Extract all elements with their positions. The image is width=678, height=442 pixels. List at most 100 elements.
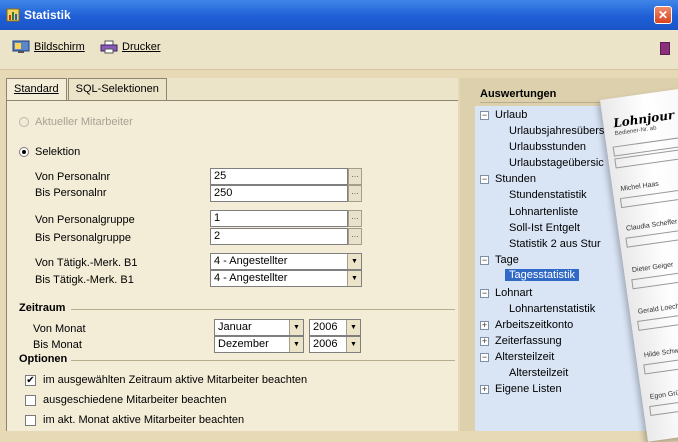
chevron-down-icon: ▼	[347, 254, 361, 269]
collapse-icon[interactable]: −	[480, 256, 489, 265]
from-month-label: Von Monat	[33, 323, 86, 335]
to-activity-select[interactable]: 4 - Angestellter ▼	[210, 270, 362, 287]
from-group-lookup-button[interactable]: ...	[348, 210, 362, 227]
tree-node-statistik-2[interactable]: Statistik 2 aus Stur	[509, 238, 601, 250]
to-activity-value: 4 - Angestellter	[214, 272, 288, 284]
chevron-down-icon: ▼	[346, 320, 360, 335]
from-month-select[interactable]: Januar ▼	[214, 319, 304, 336]
report-preview-name: Michel Haas	[620, 180, 660, 193]
to-month-select[interactable]: Dezember ▼	[214, 336, 304, 353]
radio-current-employee-label: Aktueller Mitarbeiter	[35, 116, 133, 128]
close-icon: ✕	[657, 8, 669, 22]
tree-node-urlaub[interactable]: Urlaub	[495, 109, 527, 121]
from-activity-value: 4 - Angestellter	[214, 255, 288, 267]
printer-icon	[100, 40, 118, 54]
from-group-label: Von Personalgruppe	[35, 214, 135, 226]
close-button[interactable]: ✕	[654, 6, 672, 24]
tree-node-stundenstatistik[interactable]: Stundenstatistik	[509, 189, 587, 201]
option-leavers-checkbox[interactable]	[25, 395, 36, 406]
help-book-icon[interactable]	[660, 42, 670, 55]
to-year-select[interactable]: 2006 ▼	[309, 336, 361, 353]
tree-node-tage[interactable]: Tage	[495, 254, 519, 266]
to-month-value: Dezember	[218, 338, 269, 350]
expand-icon[interactable]: +	[480, 337, 489, 346]
tree-node-altersteilzeit[interactable]: Altersteilzeit	[495, 351, 554, 363]
tree-node-urlaubstageuebersicht[interactable]: Urlaubstageübersic	[509, 157, 604, 169]
radio-current-employee[interactable]	[19, 117, 29, 127]
from-personnel-no-input[interactable]: 25	[210, 168, 348, 185]
window-title: Statistik	[24, 8, 71, 22]
selection-panel: Standard SQL-Selektionen Aktueller Mitar…	[6, 78, 458, 431]
tab-standard[interactable]: Standard	[6, 78, 67, 101]
period-divider	[71, 309, 455, 310]
from-group-input[interactable]: 1	[210, 210, 348, 227]
tree-node-lohnartenstatistik[interactable]: Lohnartenstatistik	[509, 303, 595, 315]
expand-icon[interactable]: +	[480, 385, 489, 394]
from-year-value: 2006	[313, 321, 338, 333]
option-active-month-label: im akt. Monat aktive Mitarbeiter beachte…	[43, 414, 245, 426]
tab-standard-label: Standard	[14, 83, 59, 95]
option-active-month-checkbox[interactable]	[25, 415, 36, 426]
tree-node-lohnart[interactable]: Lohnart	[495, 287, 532, 299]
to-group-label: Bis Personalgruppe	[35, 232, 132, 244]
evaluations-heading: Auswertungen	[480, 88, 557, 100]
report-preview-name: Gerald Loeches	[637, 301, 678, 316]
tree-node-eigene-listen[interactable]: Eigene Listen	[495, 383, 562, 395]
option-active-period-checkbox[interactable]: ✔	[25, 375, 36, 386]
tree-node-urlaubsstunden[interactable]: Urlaubsstunden	[509, 141, 586, 153]
radio-selection[interactable]	[19, 147, 29, 157]
chevron-down-icon: ▼	[346, 337, 360, 352]
report-preview-name: Hilde Schwarz	[643, 346, 678, 360]
to-month-label: Bis Monat	[33, 339, 82, 351]
options-heading: Optionen	[19, 353, 68, 365]
tree-node-soll-ist-entgelt[interactable]: Soll-Ist Entgelt	[509, 222, 580, 234]
tree-node-arbeitszeitkonto[interactable]: Arbeitszeitkonto	[495, 319, 573, 331]
tree-node-tagesstatistik[interactable]: Tagesstatistik	[505, 269, 580, 281]
from-personnel-no-label: Von Personalnr	[35, 171, 111, 183]
tree-node-lohnartenliste[interactable]: Lohnartenliste	[509, 206, 578, 218]
collapse-icon[interactable]: −	[480, 289, 489, 298]
period-heading: Zeitraum	[19, 302, 66, 314]
options-divider	[71, 360, 455, 361]
tree-node-stunden[interactable]: Stunden	[495, 173, 536, 185]
tab-sql-selections-label: SQL-Selektionen	[75, 83, 159, 95]
report-preview-name: Dieter Geiger	[631, 261, 674, 275]
to-personnel-no-input[interactable]: 250	[210, 185, 348, 202]
standard-tab-content: Aktueller Mitarbeiter Selektion Von Pers…	[6, 100, 458, 431]
from-activity-label: Von Tätigk.-Merk. B1	[35, 257, 138, 269]
printer-output-button[interactable]: Drucker	[100, 40, 161, 54]
chevron-down-icon: ▼	[289, 320, 303, 335]
from-activity-select[interactable]: 4 - Angestellter ▼	[210, 253, 362, 270]
collapse-icon[interactable]: −	[480, 175, 489, 184]
from-year-select[interactable]: 2006 ▼	[309, 319, 361, 336]
monitor-icon	[12, 40, 30, 53]
from-personnel-no-lookup-button[interactable]: ...	[348, 168, 362, 185]
collapse-icon[interactable]: −	[480, 353, 489, 362]
tab-strip: Standard SQL-Selektionen	[6, 78, 168, 101]
title-bar: Statistik ✕	[0, 0, 678, 30]
tab-sql-selections[interactable]: SQL-Selektionen	[67, 78, 167, 100]
screen-output-label: Bildschirm	[34, 41, 85, 53]
toolbar: Bildschirm Drucker	[0, 30, 678, 70]
to-personnel-no-lookup-button[interactable]: ...	[348, 185, 362, 202]
statistics-app-icon	[6, 8, 20, 22]
tree-node-urlaubsjahresuebersicht[interactable]: Urlaubsjahresübersic	[509, 125, 612, 137]
from-month-value: Januar	[218, 321, 252, 333]
collapse-icon[interactable]: −	[480, 111, 489, 120]
tree-node-zeiterfassung[interactable]: Zeiterfassung	[495, 335, 562, 347]
chevron-down-icon: ▼	[289, 337, 303, 352]
report-preview-name: Egon Grüner	[649, 388, 678, 401]
to-activity-label: Bis Tätigk.-Merk. B1	[35, 274, 134, 286]
radio-selection-label: Selektion	[35, 146, 81, 158]
to-year-value: 2006	[313, 338, 338, 350]
to-group-lookup-button[interactable]: ...	[348, 228, 362, 245]
tree-node-altersteilzeit-report[interactable]: Altersteilzeit	[509, 367, 568, 379]
option-leavers-label: ausgeschiedene Mitarbeiter beachten	[43, 394, 227, 406]
to-group-input[interactable]: 2	[210, 228, 348, 245]
screen-output-button[interactable]: Bildschirm	[12, 40, 85, 54]
chevron-down-icon: ▼	[347, 271, 361, 286]
expand-icon[interactable]: +	[480, 321, 489, 330]
to-personnel-no-label: Bis Personalnr	[35, 187, 107, 199]
printer-output-label: Drucker	[122, 41, 161, 53]
option-active-period-label: im ausgewählten Zeitraum aktive Mitarbei…	[43, 374, 308, 386]
